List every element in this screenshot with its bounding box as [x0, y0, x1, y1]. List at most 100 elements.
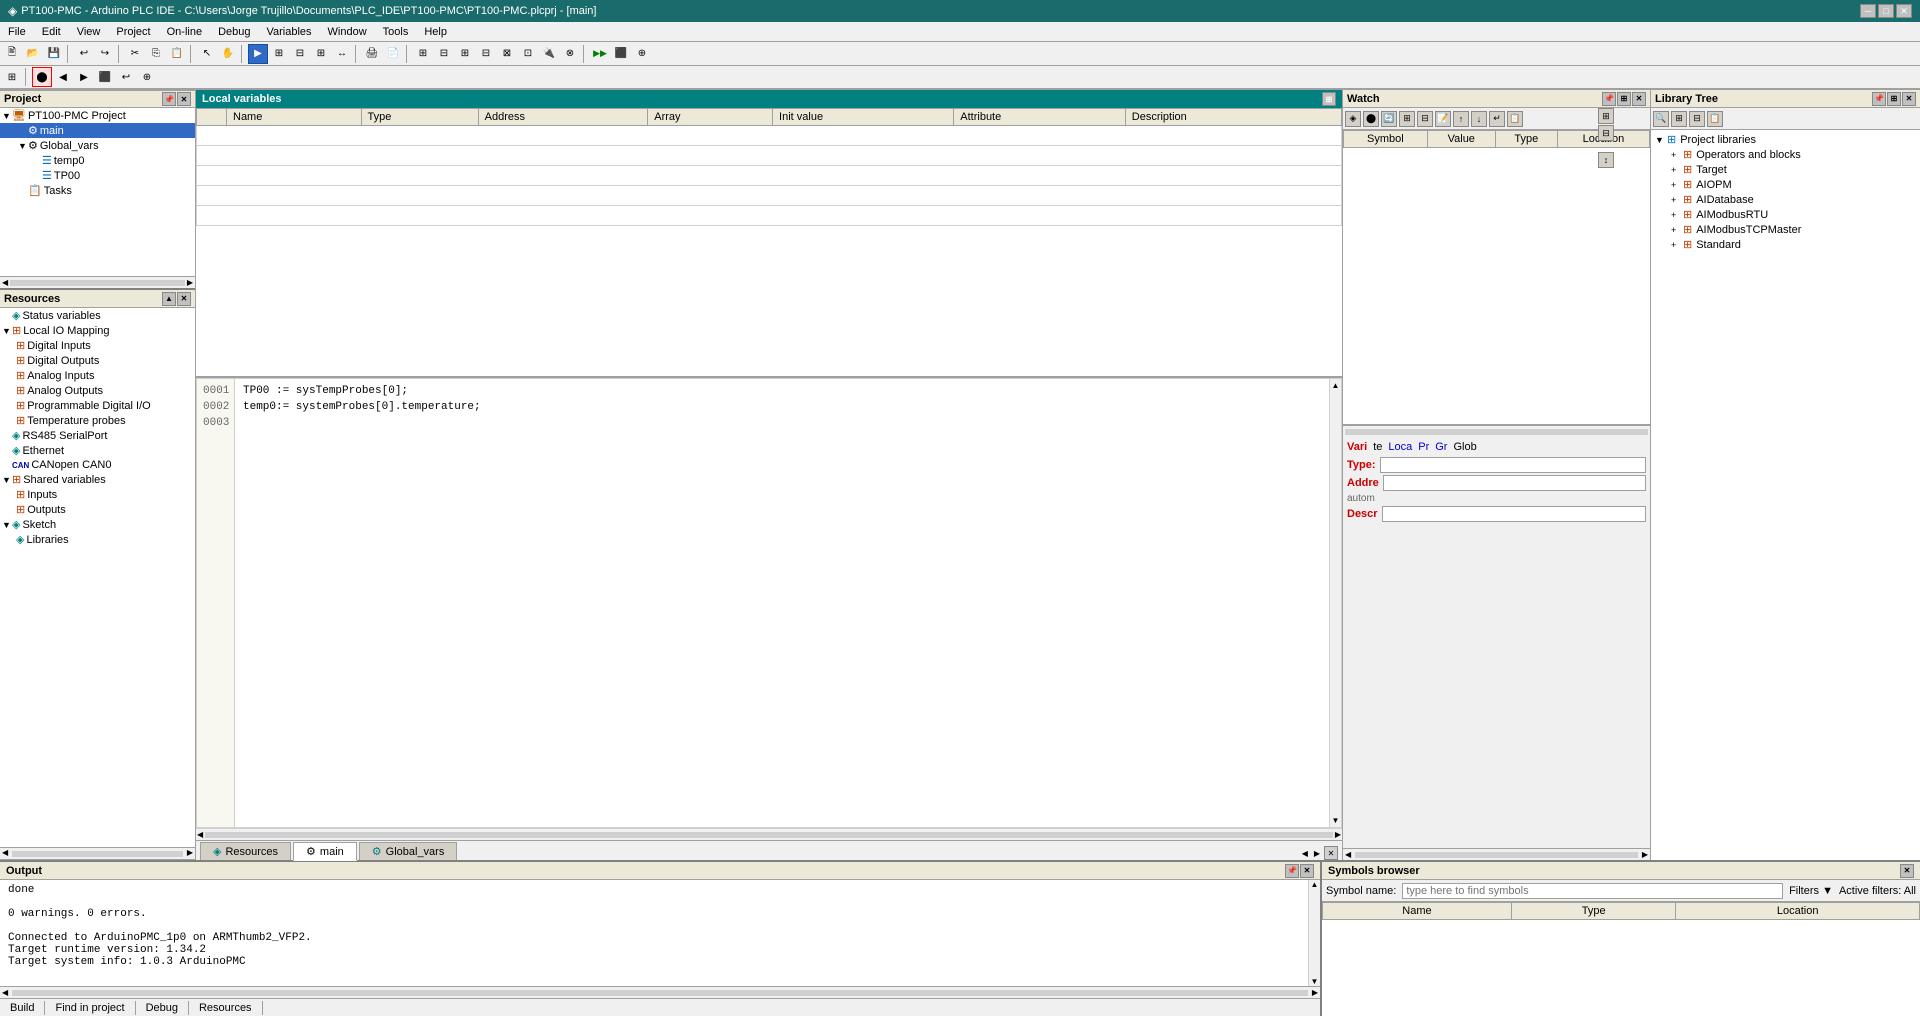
watch-tb-2[interactable]: ⬤	[1363, 111, 1379, 127]
tb2-5[interactable]: ↩	[116, 67, 136, 87]
symbols-filters-btn[interactable]: Filters ▼	[1789, 885, 1833, 897]
var-type-input[interactable]	[1380, 457, 1646, 473]
tree-item-temp0[interactable]: ☰ temp0	[0, 153, 195, 168]
tb-disconnect[interactable]: ⊗	[560, 44, 580, 64]
tb-run[interactable]: ▶▶	[590, 44, 610, 64]
right-hscroll-right[interactable]: ▶	[1640, 850, 1650, 859]
watch-tb-7[interactable]: ↑	[1453, 111, 1469, 127]
tb-arrow[interactable]: ↖	[197, 44, 217, 64]
res-canopen[interactable]: CAN CANopen CAN0	[0, 458, 195, 472]
library-pin-btn[interactable]: 📌	[1872, 92, 1886, 106]
res-ana-inputs[interactable]: ⊞ Analog Inputs	[0, 368, 195, 383]
lib-item-target[interactable]: + ⊞ Target	[1653, 162, 1918, 177]
tb-connect[interactable]: 🔌	[539, 44, 559, 64]
expand-sketch[interactable]: ▼	[2, 520, 12, 530]
tb-stop[interactable]: ⬛	[611, 44, 631, 64]
res-scroll-right[interactable]: ▶	[185, 848, 195, 859]
watch-tb-5[interactable]: ⊟	[1417, 111, 1433, 127]
res-ana-outputs[interactable]: ⊞ Analog Outputs	[0, 383, 195, 398]
output-hscroll[interactable]: ◀ ▶	[0, 986, 1320, 998]
res-temp-probes[interactable]: ⊞ Temperature probes	[0, 413, 195, 428]
res-sketch[interactable]: ▼ ◈ Sketch	[0, 517, 195, 532]
lib-tb-2[interactable]: ⊞	[1671, 111, 1687, 127]
tree-item-tp00[interactable]: ☰ TP00	[0, 168, 195, 183]
menu-file[interactable]: File	[0, 22, 34, 41]
tab-main[interactable]: ⚙ main	[293, 842, 357, 861]
tb2-6[interactable]: ⊕	[137, 67, 157, 87]
tab-globalvars[interactable]: ⚙ Global_vars	[359, 842, 458, 860]
watch-tb-9[interactable]: ↵	[1489, 111, 1505, 127]
res-dig-inputs[interactable]: ⊞ Digital Inputs	[0, 338, 195, 353]
menu-view[interactable]: View	[69, 22, 109, 41]
tb-open[interactable]: 📂	[23, 44, 43, 64]
tb-b5[interactable]: ↔	[332, 44, 352, 64]
res-dig-outputs[interactable]: ⊞ Digital Outputs	[0, 353, 195, 368]
tb-zoom2[interactable]: ⊟	[434, 44, 454, 64]
res-local-io[interactable]: ▼ ⊞ Local IO Mapping	[0, 323, 195, 338]
output-pin-btn[interactable]: 📌	[1285, 864, 1299, 878]
lib-item-aimobdbus[interactable]: + ⊞ AIModbusTCPMaster	[1653, 222, 1918, 237]
output-tab-resources[interactable]: Resources	[189, 1001, 263, 1015]
output-tab-debug[interactable]: Debug	[136, 1001, 189, 1015]
output-vscroll[interactable]: ▲ ▼	[1308, 880, 1320, 986]
menu-window[interactable]: Window	[320, 22, 375, 41]
watch-hscroll[interactable]	[1343, 425, 1650, 437]
output-hscroll-right[interactable]: ▶	[1310, 988, 1320, 997]
vars-btn-1[interactable]: ⊞	[1598, 108, 1614, 124]
tb-zoom1[interactable]: ⊞	[413, 44, 433, 64]
maximize-btn[interactable]: □	[1878, 4, 1894, 18]
resources-close-btn[interactable]: ✕	[177, 292, 191, 306]
lib-item-aiopm[interactable]: + ⊞ AIOPM	[1653, 177, 1918, 192]
resources-pin-btn[interactable]: ▲	[162, 292, 176, 306]
hscroll-left-btn[interactable]: ◀	[2, 278, 8, 287]
expand-globalvars[interactable]: ▼	[18, 141, 28, 151]
tab-resources[interactable]: ◈ Resources	[200, 842, 291, 860]
tb-grid2[interactable]: ⊟	[476, 44, 496, 64]
tree-item-globalvars[interactable]: ▼ ⚙ Global_vars	[0, 138, 195, 153]
tb2-rec[interactable]: ⬛	[95, 67, 115, 87]
watch-tb-4[interactable]: ⊞	[1399, 111, 1415, 127]
tb-grid3[interactable]: ⊠	[497, 44, 517, 64]
lib-item-standard[interactable]: + ⊞ Standard	[1653, 237, 1918, 252]
right-hscroll-left[interactable]: ◀	[1343, 850, 1353, 859]
watch-tb-10[interactable]: 📋	[1507, 111, 1523, 127]
menu-tools[interactable]: Tools	[375, 22, 417, 41]
library-undock-btn[interactable]: ⊞	[1887, 92, 1901, 106]
vars-btn-3[interactable]: ↕	[1598, 152, 1614, 168]
symbols-close-btn[interactable]: ✕	[1900, 864, 1914, 878]
local-vars-icon-btn[interactable]: ⊞	[1322, 92, 1336, 106]
watch-tb-3[interactable]: 🔄	[1381, 111, 1397, 127]
output-scroll-up[interactable]: ▲	[1309, 880, 1320, 889]
tb2-3[interactable]: ◀	[53, 67, 73, 87]
tb-p2[interactable]: 📄	[383, 44, 403, 64]
lib-item-project[interactable]: ▼ ⊞ Project libraries	[1653, 132, 1918, 147]
tb-paste[interactable]: 📋	[167, 44, 187, 64]
tb-b4[interactable]: ⊞	[311, 44, 331, 64]
code-content[interactable]: TP00 := sysTempProbes[0]; temp0:= system…	[235, 379, 1329, 827]
menu-edit[interactable]: Edit	[34, 22, 69, 41]
tb-redo[interactable]: ↪	[95, 44, 115, 64]
lib-tb-4[interactable]: 📋	[1707, 111, 1723, 127]
lib-tb-search[interactable]: 🔍	[1653, 111, 1669, 127]
tb-print[interactable]: 🖨	[362, 44, 382, 64]
res-ethernet[interactable]: ◈ Ethernet	[0, 443, 195, 458]
lib-tb-3[interactable]: ⊟	[1689, 111, 1705, 127]
tree-item-root[interactable]: ▼ 🖥 PT100-PMC Project	[0, 108, 195, 123]
watch-tb-1[interactable]: ◈	[1345, 111, 1361, 127]
library-close-btn[interactable]: ✕	[1902, 92, 1916, 106]
output-hscroll-left[interactable]: ◀	[0, 988, 10, 997]
tb2-online[interactable]: ⬤	[32, 67, 52, 87]
tb-hand[interactable]: ✋	[218, 44, 238, 64]
tb-grid1[interactable]: ⊞	[455, 44, 475, 64]
code-vscroll[interactable]: ▲ ▼	[1329, 379, 1341, 827]
output-close-btn[interactable]: ✕	[1300, 864, 1314, 878]
tb-grid4[interactable]: ⊡	[518, 44, 538, 64]
tb-undo[interactable]: ↩	[74, 44, 94, 64]
close-btn[interactable]: ✕	[1896, 4, 1912, 18]
resources-hscroll[interactable]: ◀ ▶	[0, 847, 195, 859]
res-inputs[interactable]: ⊞ Inputs	[0, 487, 195, 502]
tb-copy[interactable]: ⎘	[146, 44, 166, 64]
tb-b2[interactable]: ⊞	[269, 44, 289, 64]
expand-root[interactable]: ▼	[2, 111, 12, 121]
code-scroll-down-btn[interactable]: ▼	[1330, 814, 1341, 827]
